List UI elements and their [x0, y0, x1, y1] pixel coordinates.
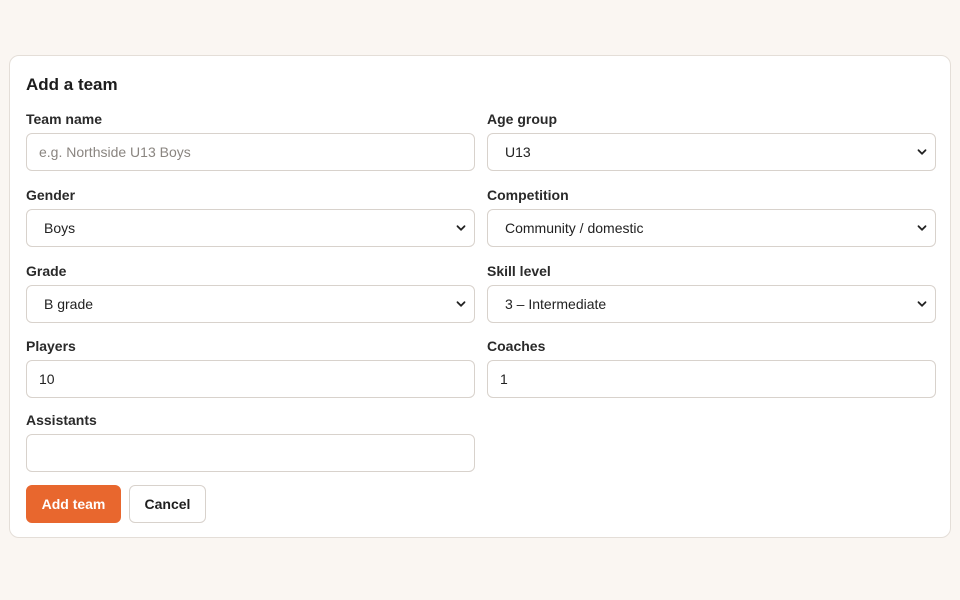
gender-field-group: Gender Boys [26, 187, 475, 247]
chevron-down-icon [917, 301, 927, 307]
cancel-button[interactable]: Cancel [129, 485, 206, 523]
gender-select[interactable]: Boys [26, 209, 475, 247]
add-team-card: Add a team Team name e.g. Northside U13 … [9, 55, 951, 538]
team-name-input[interactable]: e.g. Northside U13 Boys [26, 133, 475, 171]
grade-value: B grade [44, 296, 94, 312]
assistants-field-group: Assistants [26, 412, 475, 472]
competition-value: Community / domestic [505, 220, 644, 236]
team-name-label: Team name [26, 111, 102, 127]
players-label: Players [26, 338, 76, 354]
age-group-field-group: Age group U13 [487, 111, 936, 171]
assistants-input[interactable] [26, 434, 475, 472]
competition-label: Competition [487, 187, 569, 203]
players-field-group: Players 10 [26, 338, 475, 398]
players-value: 10 [39, 371, 55, 387]
chevron-down-icon [917, 225, 927, 231]
chevron-down-icon [917, 149, 927, 155]
age-group-select[interactable]: U13 [487, 133, 936, 171]
form-title: Add a team [26, 75, 118, 94]
players-input[interactable]: 10 [26, 360, 475, 398]
coaches-value: 1 [500, 371, 508, 387]
age-group-label: Age group [487, 111, 557, 127]
coaches-input[interactable]: 1 [487, 360, 936, 398]
add-team-button[interactable]: Add team [26, 485, 121, 523]
grade-field-group: Grade B grade [26, 263, 475, 323]
skill-level-field-group: Skill level 3 – Intermediate [487, 263, 936, 323]
assistants-label: Assistants [26, 412, 97, 428]
grade-select[interactable]: B grade [26, 285, 475, 323]
skill-level-value: 3 – Intermediate [505, 296, 607, 312]
gender-value: Boys [44, 220, 76, 236]
competition-select[interactable]: Community / domestic [487, 209, 936, 247]
grade-label: Grade [26, 263, 67, 279]
coaches-label: Coaches [487, 338, 546, 354]
gender-label: Gender [26, 187, 76, 203]
team-name-placeholder: e.g. Northside U13 Boys [39, 144, 191, 160]
chevron-down-icon [456, 301, 466, 307]
age-group-value: U13 [505, 144, 531, 160]
team-name-field-group: Team name e.g. Northside U13 Boys [26, 111, 475, 171]
competition-field-group: Competition Community / domestic [487, 187, 936, 247]
coaches-field-group: Coaches 1 [487, 338, 936, 398]
chevron-down-icon [456, 225, 466, 231]
skill-level-label: Skill level [487, 263, 551, 279]
skill-level-select[interactable]: 3 – Intermediate [487, 285, 936, 323]
